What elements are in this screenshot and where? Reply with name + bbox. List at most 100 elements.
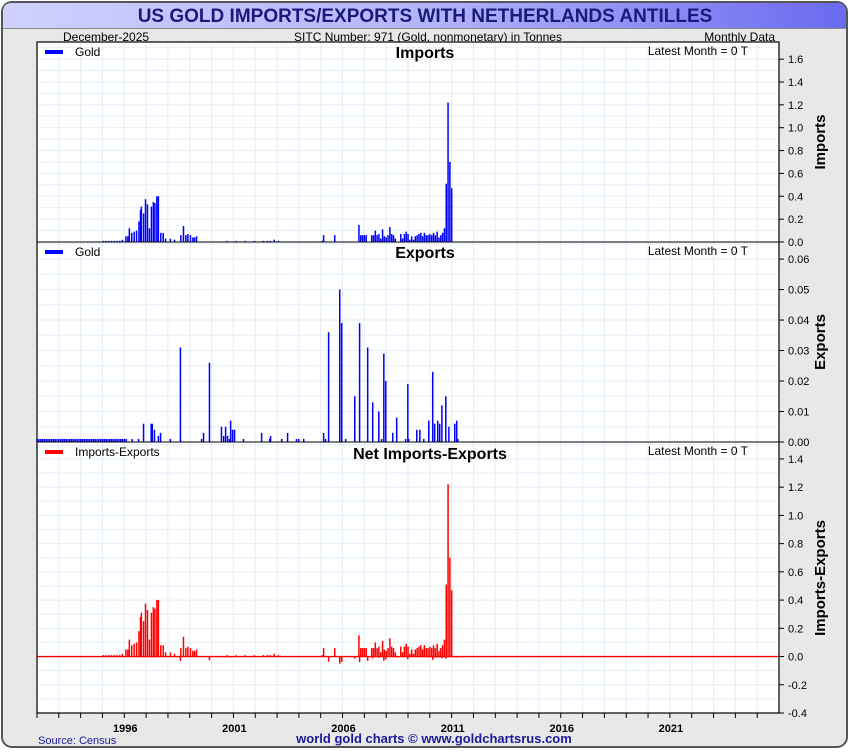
exports-bar bbox=[455, 420, 458, 442]
legend-label-net: Imports-Exports bbox=[75, 445, 160, 459]
exports-bar bbox=[159, 432, 162, 442]
net-bar bbox=[144, 603, 147, 657]
imports-bar bbox=[447, 102, 449, 242]
imports-bar bbox=[410, 236, 413, 242]
net-bar bbox=[193, 650, 196, 657]
imports-bar bbox=[441, 232, 444, 242]
net-bar bbox=[405, 643, 407, 657]
imports-bar bbox=[127, 236, 129, 242]
net-bar bbox=[420, 645, 422, 657]
net-bar bbox=[135, 642, 138, 657]
net-bar bbox=[162, 645, 164, 657]
net-bar bbox=[430, 648, 433, 657]
net-bar bbox=[146, 609, 149, 657]
net-bar bbox=[156, 600, 158, 657]
imports-bar bbox=[152, 202, 155, 242]
net-bar bbox=[383, 649, 386, 657]
latest-month-imports: Latest Month = 0 T bbox=[648, 44, 749, 58]
exports-bar bbox=[431, 371, 434, 442]
legend-swatch-net bbox=[45, 450, 63, 454]
exports-bar bbox=[395, 417, 398, 442]
exports-bar bbox=[407, 384, 409, 442]
imports-bar bbox=[169, 238, 172, 242]
net-bar bbox=[376, 648, 378, 657]
net-bar bbox=[150, 612, 153, 657]
imports-bar bbox=[380, 238, 382, 242]
imports-bar bbox=[146, 204, 149, 242]
y-tick-label: 0.06 bbox=[788, 254, 809, 266]
y-tick-label: 0.6 bbox=[788, 168, 803, 180]
exports-bar bbox=[229, 420, 232, 442]
imports-bar bbox=[378, 234, 380, 242]
net-bar bbox=[192, 650, 194, 657]
exports-bar bbox=[416, 429, 418, 442]
source-label: Source: Census bbox=[38, 735, 117, 747]
exports-bar bbox=[260, 432, 263, 442]
net-bar bbox=[410, 649, 413, 657]
y-tick-label: 1.6 bbox=[788, 54, 803, 66]
exports-bar bbox=[142, 423, 145, 442]
imports-bar bbox=[374, 230, 377, 242]
net-bar bbox=[441, 645, 444, 657]
net-bar bbox=[434, 648, 437, 657]
net-bar bbox=[423, 645, 426, 657]
exports-bar bbox=[445, 396, 447, 442]
imports-bar bbox=[138, 221, 140, 242]
exports-bar bbox=[151, 423, 154, 442]
net-bar bbox=[361, 648, 364, 657]
gold-chart: US GOLD IMPORTS/EXPORTS WITH NETHERLANDS… bbox=[1, 1, 848, 748]
y-tick-label: 0.4 bbox=[788, 191, 803, 203]
y-tick-label: 0.01 bbox=[788, 407, 809, 419]
imports-bar bbox=[148, 228, 151, 242]
net-bar bbox=[338, 656, 341, 664]
net-bar bbox=[358, 635, 360, 657]
net-bar bbox=[403, 646, 406, 657]
net-bar bbox=[128, 639, 131, 657]
imports-bar bbox=[421, 236, 424, 242]
net-bar bbox=[381, 641, 384, 657]
exports-bar bbox=[358, 323, 361, 442]
imports-bar bbox=[414, 236, 417, 242]
exports-bar bbox=[222, 435, 225, 442]
imports-bar bbox=[434, 235, 437, 242]
y-tick-label: 0.8 bbox=[788, 146, 803, 158]
imports-bar bbox=[407, 234, 409, 242]
net-bar bbox=[392, 648, 395, 657]
y-tick-label: 0.03 bbox=[788, 346, 809, 358]
exports-bar bbox=[448, 426, 450, 442]
exports-bar bbox=[231, 429, 234, 442]
exports-bar bbox=[153, 429, 156, 442]
net-bar bbox=[438, 650, 440, 657]
exports-bar bbox=[338, 289, 341, 442]
legend-label-imports: Gold bbox=[75, 45, 100, 59]
imports-bar bbox=[185, 235, 187, 242]
net-bar bbox=[445, 584, 447, 657]
net-bar bbox=[187, 646, 189, 657]
credit-link[interactable]: world gold charts © www.goldchartsrus.co… bbox=[295, 731, 572, 746]
net-bar bbox=[429, 646, 431, 657]
net-bar bbox=[447, 484, 449, 657]
exports-bar bbox=[327, 332, 330, 442]
imports-bar bbox=[400, 234, 402, 242]
net-bar bbox=[389, 638, 391, 657]
net-bar bbox=[189, 648, 192, 657]
net-bar bbox=[185, 648, 187, 657]
y-tick-label: 0.2 bbox=[788, 623, 803, 635]
imports-bar bbox=[193, 237, 196, 242]
net-bar bbox=[138, 631, 140, 657]
exports-bar bbox=[224, 426, 227, 442]
y-tick-label: 0.04 bbox=[788, 315, 809, 327]
imports-bar bbox=[131, 232, 133, 242]
imports-bar bbox=[140, 206, 143, 242]
exports-bar bbox=[322, 432, 325, 442]
net-bar bbox=[387, 648, 389, 657]
net-bar bbox=[195, 649, 198, 657]
y-tick-label: 0.05 bbox=[788, 285, 809, 297]
net-bar bbox=[407, 646, 409, 657]
legend-swatch-exports bbox=[45, 250, 63, 254]
imports-bar bbox=[135, 230, 138, 242]
exports-bar bbox=[208, 362, 211, 442]
y-tick-label: 0.0 bbox=[788, 652, 803, 664]
imports-bar bbox=[180, 235, 182, 242]
net-bar bbox=[378, 646, 380, 657]
